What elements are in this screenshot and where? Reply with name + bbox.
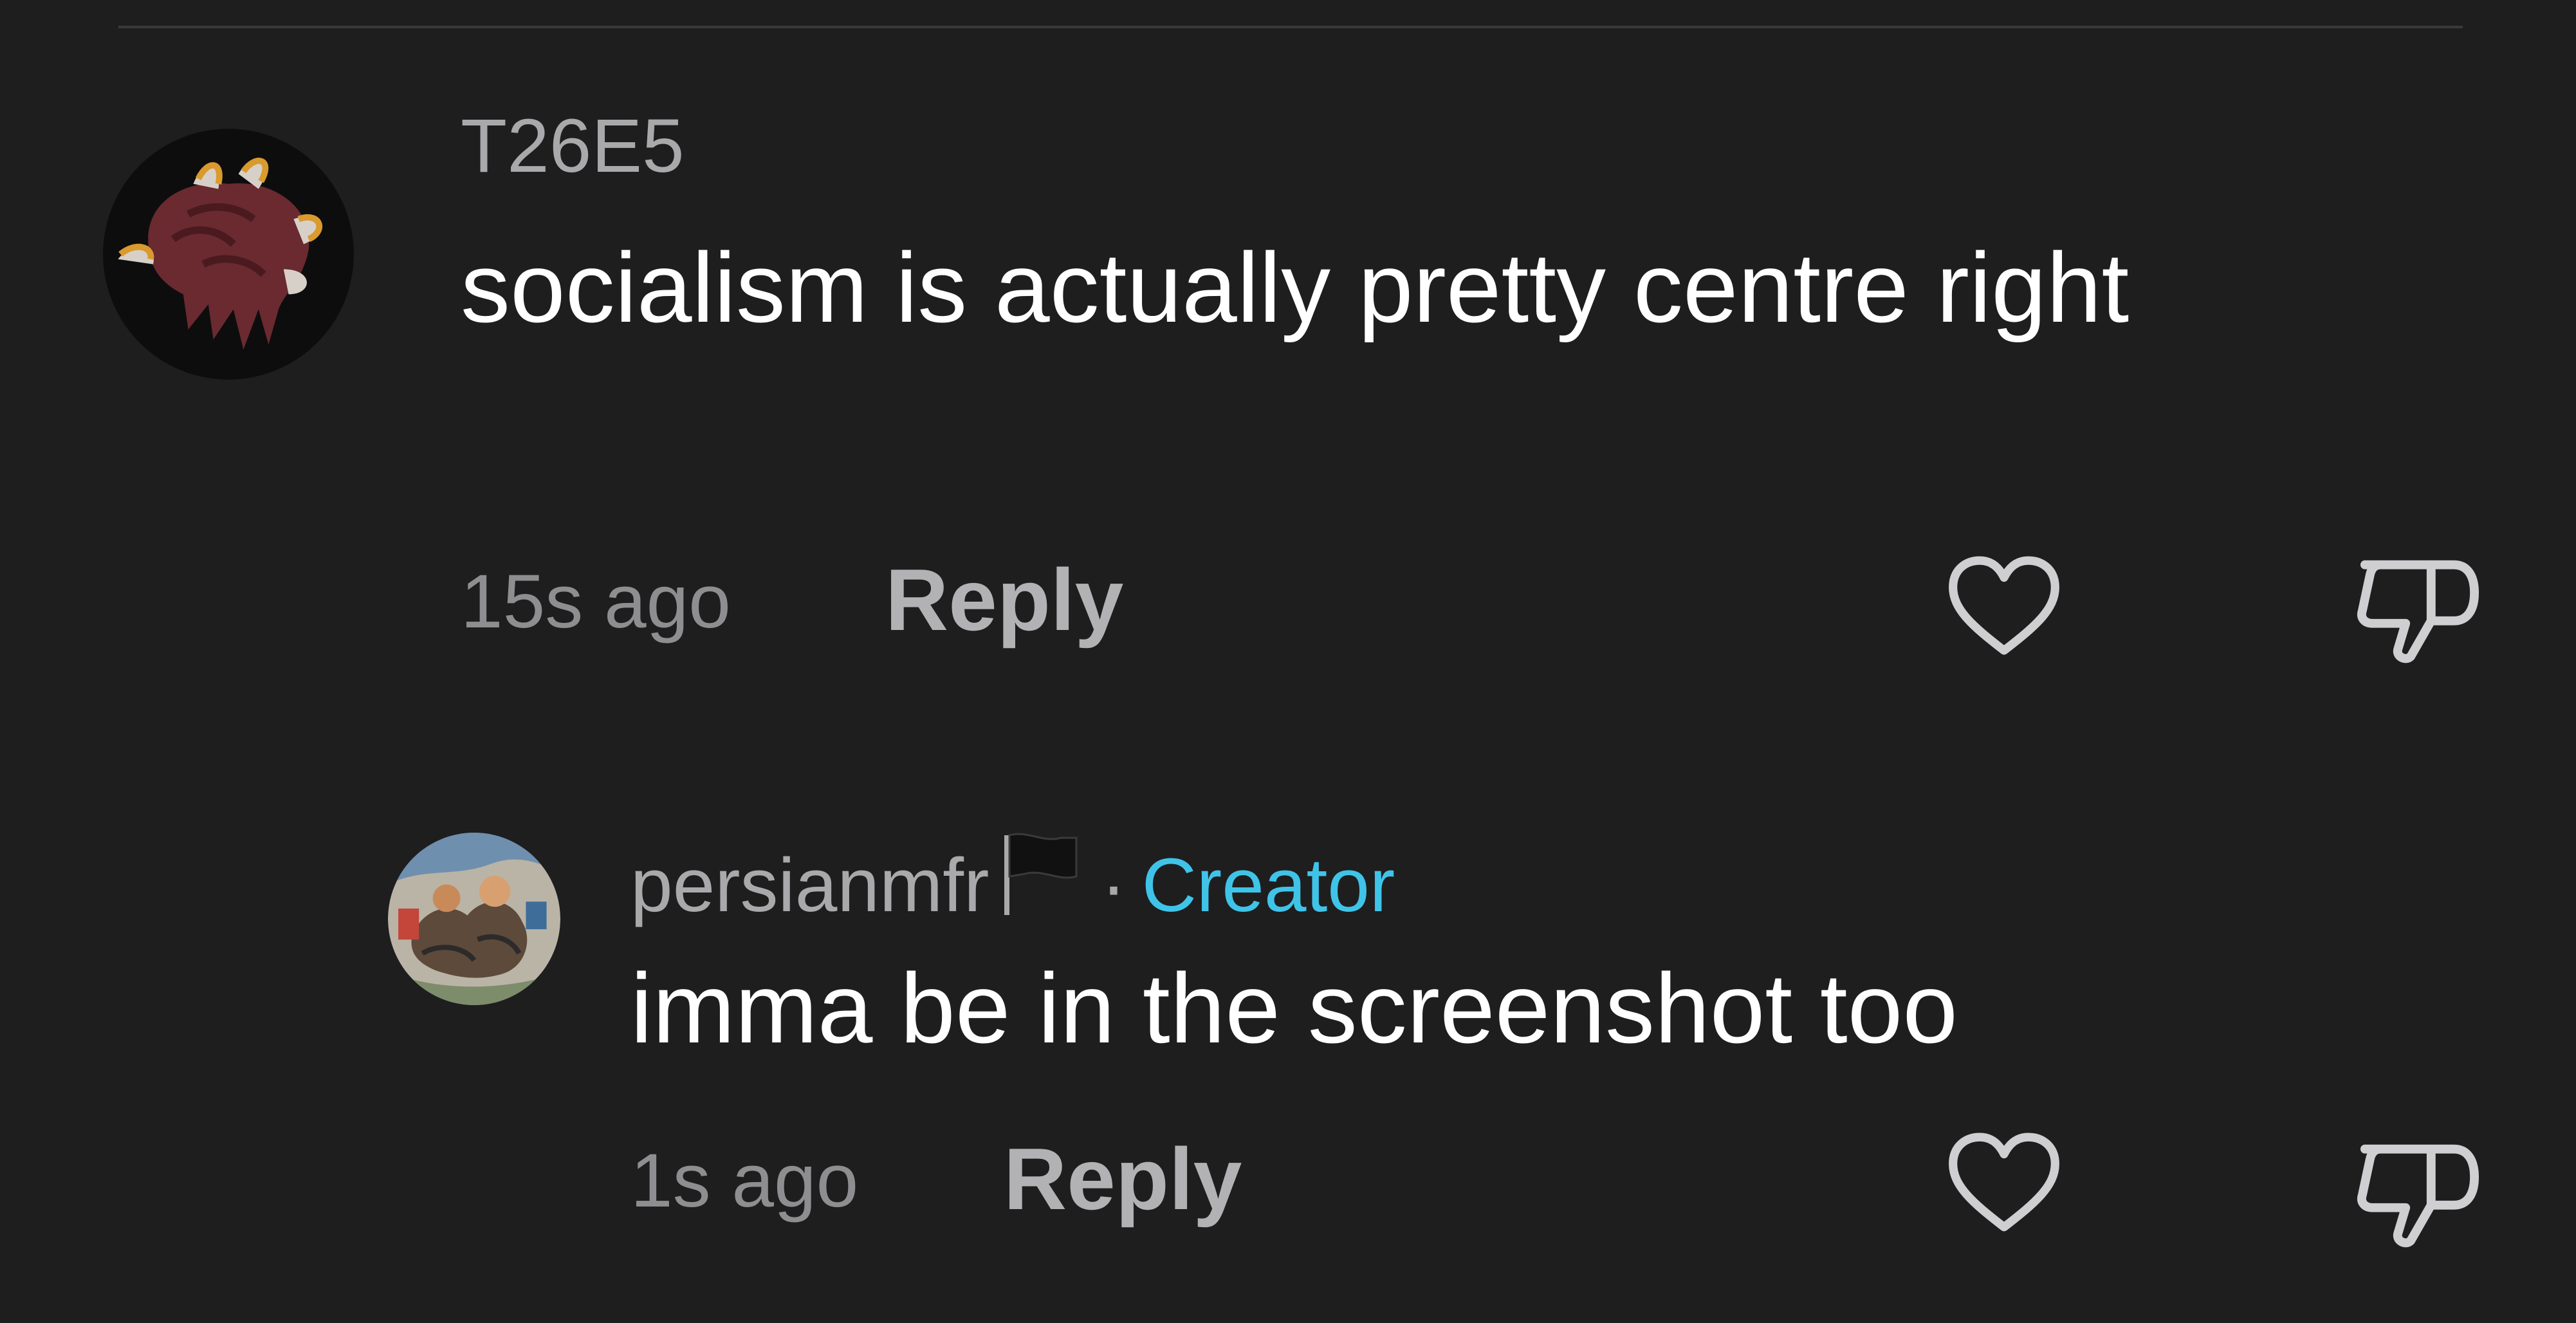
avatar[interactable] [388,833,560,1005]
divider [118,26,2463,28]
reply-button[interactable]: Reply [1004,1135,1242,1223]
separator-dot: · [1101,843,1127,928]
reply-username[interactable]: persianmfr [630,843,989,928]
reply-text: imma be in the screenshot too [630,953,1958,1064]
thumbs-down-icon [2357,560,2479,663]
reply-username-row: persianmfr · Creator [630,828,1395,930]
comment-username[interactable]: T26E5 [461,108,685,184]
thumbs-down-icon [2357,1144,2479,1248]
comment-timestamp: 15s ago [461,559,731,644]
dislike-button[interactable] [2355,1131,2482,1254]
like-button[interactable] [1943,551,2065,660]
dislike-button[interactable] [2355,547,2482,669]
avatar[interactable] [103,129,354,380]
black-flag-icon [999,828,1083,930]
creator-badge: Creator [1141,843,1395,928]
like-button[interactable] [1943,1127,2065,1237]
heart-outline-icon [1949,556,2059,655]
reply-button[interactable]: Reply [885,556,1123,643]
heart-outline-icon [1949,1133,2059,1232]
reply-timestamp: 1s ago [630,1138,859,1223]
comment-text: socialism is actually pretty centre righ… [461,232,2130,343]
